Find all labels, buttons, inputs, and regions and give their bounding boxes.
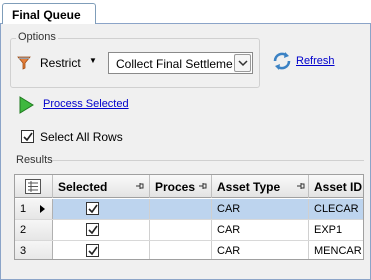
cell-asset-type[interactable]: CAR xyxy=(212,241,309,259)
cell-asset-id[interactable]: MENCAR xyxy=(309,241,363,259)
column-header-process[interactable]: Proces xyxy=(150,175,212,198)
grid-header: Selected Proces Asset Type Asset ID xyxy=(15,175,363,198)
options-group-label: Options xyxy=(16,31,58,43)
column-chooser-cell[interactable] xyxy=(15,175,53,198)
table-row[interactable]: 2 CAR EXP1 xyxy=(15,220,363,241)
row-number: 3 xyxy=(20,245,27,257)
column-label: Selected xyxy=(58,180,108,194)
column-header-selected[interactable]: Selected xyxy=(53,175,150,198)
select-all-label[interactable]: Select All Rows xyxy=(40,130,123,144)
table-row[interactable]: 1 CAR CLECAR xyxy=(15,199,363,220)
checkmark-icon xyxy=(88,204,98,214)
current-row-arrow-icon xyxy=(40,205,45,213)
row-number: 1 xyxy=(20,203,27,215)
results-group-label: Results xyxy=(16,154,53,166)
pin-icon[interactable] xyxy=(296,181,306,191)
checkmark-icon xyxy=(88,246,98,256)
checkmark-icon xyxy=(23,132,33,142)
row-header[interactable]: 1 xyxy=(15,199,53,219)
cell-selected[interactable] xyxy=(53,241,150,259)
results-divider xyxy=(52,160,364,161)
cell-asset-id[interactable]: CLECAR xyxy=(309,199,363,219)
cell-selected[interactable] xyxy=(53,220,150,240)
cell-text: CAR xyxy=(217,245,241,257)
results-grid: Selected Proces Asset Type Asset ID 1 CA… xyxy=(14,174,364,260)
column-label: Asset Type xyxy=(217,180,281,194)
cell-text: CAR xyxy=(217,224,241,236)
cell-asset-type[interactable]: CAR xyxy=(212,199,309,219)
tab-strip: Final Queue xyxy=(0,0,371,25)
restrict-dropdown-arrow-icon[interactable]: ▼ xyxy=(89,56,97,65)
pin-icon[interactable] xyxy=(135,181,145,191)
tab-final-queue[interactable]: Final Queue xyxy=(2,3,96,25)
cell-text: EXP1 xyxy=(314,224,343,236)
cell-selected[interactable] xyxy=(53,199,150,219)
tab-label: Final Queue xyxy=(12,8,81,22)
cell-process[interactable] xyxy=(150,241,212,259)
row-number: 2 xyxy=(20,224,27,236)
pin-icon[interactable] xyxy=(198,181,208,191)
column-label: Proces xyxy=(155,180,196,194)
refresh-link[interactable]: Refresh xyxy=(296,55,335,67)
settlement-select[interactable]: Collect Final Settlement xyxy=(108,52,253,74)
chevron-down-icon xyxy=(238,60,248,67)
cell-text: CAR xyxy=(217,203,241,215)
cell-text: CLECAR xyxy=(314,203,359,215)
process-selected-link[interactable]: Process Selected xyxy=(43,98,129,110)
select-all-checkbox[interactable] xyxy=(21,130,34,143)
play-icon[interactable] xyxy=(18,96,34,114)
column-chooser-icon[interactable] xyxy=(25,179,41,194)
filter-icon[interactable] xyxy=(17,56,31,70)
row-select-checkbox[interactable] xyxy=(86,223,99,236)
table-row[interactable]: 3 CAR MENCAR xyxy=(15,241,363,259)
cell-text: MENCAR xyxy=(314,245,362,257)
select-dropdown-button[interactable] xyxy=(234,54,251,72)
row-select-checkbox[interactable] xyxy=(86,202,99,215)
checkmark-icon xyxy=(88,225,98,235)
row-header[interactable]: 3 xyxy=(15,241,53,259)
row-select-checkbox[interactable] xyxy=(86,244,99,257)
cell-process[interactable] xyxy=(150,199,212,219)
settlement-select-value: Collect Final Settlement xyxy=(116,57,233,71)
cell-asset-type[interactable]: CAR xyxy=(212,220,309,240)
row-header[interactable]: 2 xyxy=(15,220,53,240)
refresh-icon[interactable] xyxy=(270,49,294,73)
column-header-asset-type[interactable]: Asset Type xyxy=(212,175,309,198)
cell-asset-id[interactable]: EXP1 xyxy=(309,220,363,240)
column-label: Asset ID xyxy=(314,180,363,194)
column-header-asset-id[interactable]: Asset ID xyxy=(309,175,363,198)
restrict-label[interactable]: Restrict xyxy=(40,56,81,70)
cell-process[interactable] xyxy=(150,220,212,240)
